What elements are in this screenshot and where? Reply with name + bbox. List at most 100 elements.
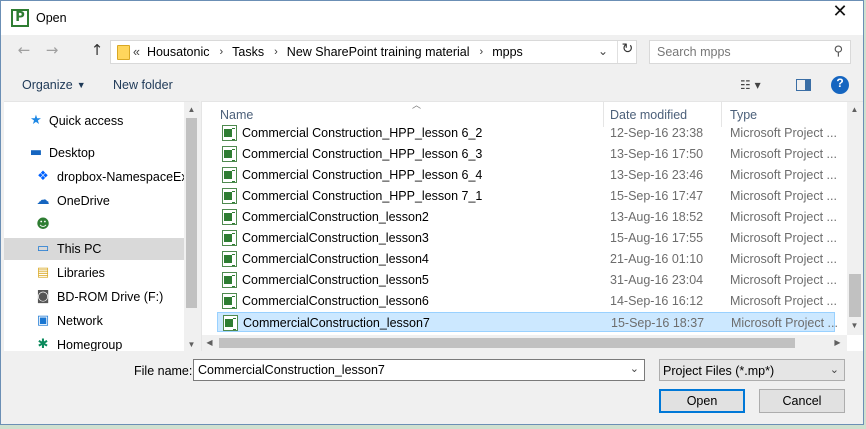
disc-drive-icon: ◙ (36, 289, 50, 304)
breadcrumb-item[interactable]: New SharePoint training material (287, 45, 470, 59)
chevron-down-icon: ⌄ (829, 363, 839, 376)
project-app-icon: P (11, 9, 29, 27)
new-folder-button[interactable]: New folder (113, 78, 173, 92)
sidebar-item-bd-rom-drive[interactable]: ◙ BD-ROM Drive (F:) (4, 286, 184, 308)
project-file-icon (222, 230, 237, 246)
preview-pane-icon[interactable] (796, 79, 811, 91)
file-row[interactable]: CommercialConstruction_lesson4 21-Aug-16… (217, 249, 837, 269)
user-icon: ☻ (36, 217, 50, 232)
file-name-combobox[interactable]: ⌄ (193, 359, 645, 381)
file-type-select[interactable]: Project Files (*.mp*) ⌄ (659, 359, 845, 381)
up-arrow-icon[interactable]: ↑ (86, 41, 108, 63)
sidebar-item-quick-access[interactable]: ★ Quick access (4, 110, 184, 132)
file-list: Name ︿ Date modified Type Commercial Con… (201, 101, 863, 351)
file-date: 15-Sep-16 18:37 (611, 316, 705, 330)
breadcrumb-item[interactable]: Housatonic (147, 45, 210, 59)
file-list-horizontal-scrollbar[interactable]: ◀ ▶ (202, 335, 847, 351)
project-file-icon (222, 272, 237, 288)
file-row[interactable]: Commercial Construction_HPP_lesson 6_4 1… (217, 165, 837, 185)
address-bar[interactable]: « Housatonic › Tasks › New SharePoint tr… (110, 40, 637, 64)
search-icon: ⚲ (833, 44, 843, 59)
file-row[interactable]: Commercial Construction_HPP_lesson 6_2 1… (217, 123, 837, 143)
file-name: Commercial Construction_HPP_lesson 6_3 (242, 147, 483, 161)
sidebar-item-homegroup[interactable]: ✱ Homegroup (4, 334, 184, 351)
sidebar-scrollbar[interactable]: ▲ ▼ (184, 102, 199, 351)
breadcrumb-overflow[interactable]: « (133, 45, 140, 59)
file-row[interactable]: Commercial Construction_HPP_lesson 6_3 1… (217, 144, 837, 164)
breadcrumb-separator-icon[interactable]: › (220, 46, 224, 58)
organize-label: Organize (22, 78, 73, 92)
file-type: Microsoft Project ... (730, 273, 837, 287)
file-date: 13-Aug-16 18:52 (610, 210, 704, 224)
file-date: 12-Sep-16 23:38 (610, 126, 704, 140)
navigation-bar: ← → ↑ « Housatonic › Tasks › New SharePo… (1, 35, 863, 69)
sidebar-item-network[interactable]: ▣ Network (4, 310, 184, 332)
background-window-strip (0, 425, 866, 429)
file-type: Microsoft Project ... (730, 210, 837, 224)
file-date: 13-Sep-16 17:50 (610, 147, 704, 161)
help-icon[interactable]: ? (831, 76, 849, 94)
cancel-button[interactable]: Cancel (759, 389, 845, 413)
sidebar-item-this-pc[interactable]: ▭ This PC (4, 238, 184, 260)
sidebar-scroll-thumb[interactable] (186, 118, 197, 308)
chevron-down-icon[interactable]: ⌄ (630, 362, 639, 375)
search-box[interactable]: ⚲ (649, 40, 851, 64)
sidebar-item-libraries[interactable]: ▤ Libraries (4, 262, 184, 284)
breadcrumb-separator-icon[interactable]: › (480, 46, 484, 58)
scroll-right-icon[interactable]: ▶ (830, 335, 845, 350)
view-options-icon[interactable]: ☷ ▾ (740, 78, 761, 92)
sidebar-item-desktop[interactable]: ▬ Desktop (4, 142, 184, 164)
open-button[interactable]: Open (659, 389, 745, 413)
file-type: Microsoft Project ... (730, 168, 837, 182)
file-row[interactable]: CommercialConstruction_lesson5 31-Aug-16… (217, 270, 837, 290)
breadcrumb-item[interactable]: Tasks (232, 45, 264, 59)
sort-ascending-icon: ︿ (412, 101, 422, 110)
refresh-icon[interactable]: ↻ (617, 41, 637, 63)
file-name: Commercial Construction_HPP_lesson 7_1 (242, 189, 483, 203)
file-date: 31-Aug-16 23:04 (610, 273, 704, 287)
homegroup-icon: ✱ (37, 337, 49, 351)
file-type: Microsoft Project ... (730, 147, 837, 161)
file-row[interactable]: Commercial Construction_HPP_lesson 7_1 1… (217, 186, 837, 206)
breadcrumb-item[interactable]: mpps (492, 45, 523, 59)
sidebar-item-label: dropbox-NamespaceExt (57, 170, 192, 184)
file-row-selected[interactable]: CommercialConstruction_lesson7 15-Sep-16… (217, 312, 838, 332)
dropbox-icon: ❖ (37, 169, 49, 184)
file-date: 21-Aug-16 01:10 (610, 252, 704, 266)
file-row[interactable]: CommercialConstruction_lesson6 14-Sep-16… (217, 291, 837, 311)
file-name: CommercialConstruction_lesson5 (242, 273, 429, 287)
file-type: Microsoft Project ... (731, 316, 838, 330)
scroll-up-icon[interactable]: ▲ (847, 102, 862, 117)
vertical-scroll-thumb[interactable] (849, 274, 861, 317)
file-date: 15-Sep-16 17:47 (610, 189, 704, 203)
dialog-title: Open (36, 11, 67, 25)
sidebar-item-user[interactable]: ☻ (4, 214, 184, 236)
scroll-left-icon[interactable]: ◀ (202, 335, 217, 350)
organize-button[interactable]: Organize ▼ (22, 78, 86, 92)
back-arrow-icon[interactable]: ← (13, 41, 35, 63)
close-button[interactable]: ✕ (817, 1, 863, 35)
search-input[interactable] (657, 45, 827, 59)
file-row[interactable]: CommercialConstruction_lesson3 15-Aug-16… (217, 228, 837, 248)
file-date: 14-Sep-16 16:12 (610, 294, 704, 308)
file-name-input[interactable] (198, 363, 618, 377)
breadcrumb: « Housatonic › Tasks › New SharePoint tr… (133, 45, 523, 59)
title-bar: P Open ✕ (1, 1, 863, 35)
scroll-down-icon[interactable]: ▼ (847, 318, 862, 333)
folder-icon (117, 45, 130, 60)
scroll-up-icon[interactable]: ▲ (184, 102, 199, 117)
sidebar-item-onedrive[interactable]: ☁ OneDrive (4, 190, 184, 212)
sidebar-item-dropbox[interactable]: ❖ dropbox-NamespaceExt (4, 166, 191, 188)
project-file-icon (222, 167, 237, 183)
breadcrumb-separator-icon[interactable]: › (274, 46, 278, 58)
project-file-icon (222, 293, 237, 309)
file-name: CommercialConstruction_lesson6 (242, 294, 429, 308)
sidebar-item-label: BD-ROM Drive (F:) (57, 290, 164, 304)
file-row[interactable]: CommercialConstruction_lesson2 13-Aug-16… (217, 207, 837, 227)
address-dropdown-icon[interactable]: ⌄ (598, 44, 608, 58)
forward-arrow-icon[interactable]: → (41, 41, 63, 63)
sidebar-item-label: Quick access (49, 114, 124, 128)
horizontal-scroll-thumb[interactable] (219, 338, 795, 348)
scroll-down-icon[interactable]: ▼ (184, 337, 199, 351)
file-list-vertical-scrollbar[interactable]: ▲ ▼ (847, 102, 863, 335)
